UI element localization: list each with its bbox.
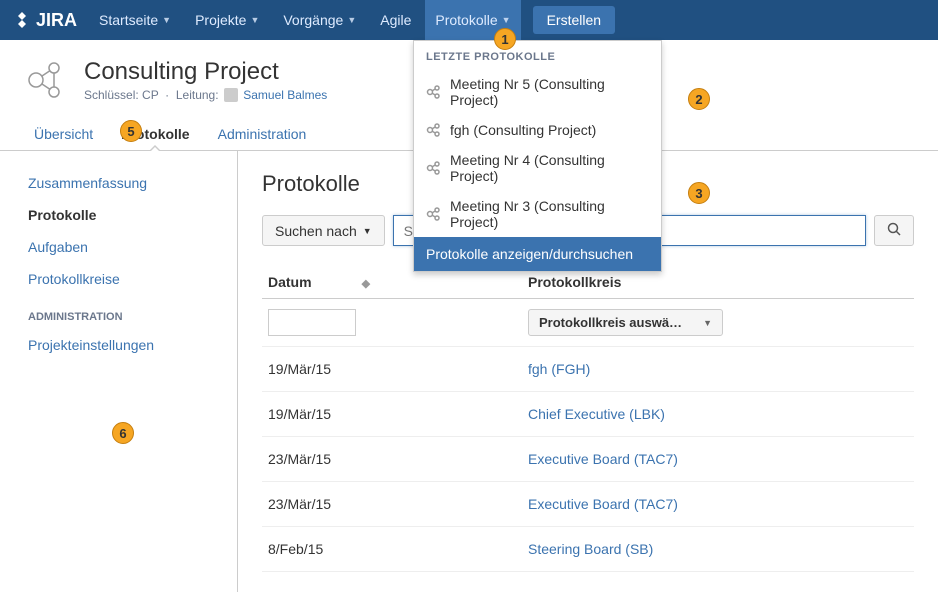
table-row: 23/Mär/15 Executive Board (TAC7) [262, 482, 914, 527]
jira-logo-icon [12, 10, 32, 30]
create-button[interactable]: Erstellen [533, 6, 615, 34]
cell-kreis-link[interactable]: Executive Board (TAC7) [528, 496, 678, 512]
chevron-down-icon: ▼ [703, 318, 712, 328]
callout-1: 1 [494, 28, 516, 50]
cell-date: 23/Mär/15 [262, 482, 522, 527]
project-icon [20, 56, 68, 104]
chevron-down-icon: ▼ [502, 15, 511, 25]
dropdown-show-all[interactable]: Protokolle anzeigen/durchsuchen [414, 237, 661, 271]
protocol-icon [426, 84, 442, 100]
sidebar-item-aufgaben[interactable]: Aufgaben [0, 231, 237, 263]
protocol-icon [426, 122, 442, 138]
cell-kreis-link[interactable]: Executive Board (TAC7) [528, 451, 678, 467]
top-nav: JIRA Startseite▼ Projekte▼ Vorgänge▼ Agi… [0, 0, 938, 40]
tab-administration[interactable]: Administration [204, 118, 321, 150]
cell-date: 8/Feb/15 [262, 527, 522, 572]
nav-startseite[interactable]: Startseite▼ [89, 0, 181, 40]
callout-3: 3 [688, 182, 710, 204]
dropdown-item[interactable]: Meeting Nr 4 (Consulting Project) [414, 145, 661, 191]
cell-kreis-link[interactable]: Chief Executive (LBK) [528, 406, 665, 422]
sidebar-item-protokollkreise[interactable]: Protokollkreise [0, 263, 237, 295]
protokolle-dropdown: LETZTE PROTOKOLLE Meeting Nr 5 (Consulti… [413, 40, 662, 272]
dropdown-header: LETZTE PROTOKOLLE [414, 41, 661, 69]
dropdown-item-label: fgh (Consulting Project) [450, 122, 596, 138]
filter-datum-input[interactable] [268, 309, 356, 336]
protokolle-table: Datum◆ Protokollkreis Protokollkreis aus… [262, 266, 914, 572]
chevron-down-icon: ▼ [162, 15, 171, 25]
logo-text: JIRA [36, 10, 77, 31]
sidebar-item-zusammenfassung[interactable]: Zusammenfassung [0, 167, 237, 199]
nav-vorgaenge[interactable]: Vorgänge▼ [273, 0, 366, 40]
chevron-down-icon: ▼ [347, 15, 356, 25]
cell-date: 19/Mär/15 [262, 347, 522, 392]
cell-kreis-link[interactable]: fgh (FGH) [528, 361, 590, 377]
project-meta: Schlüssel: CP · Leitung: Samuel Balmes [84, 88, 327, 102]
search-icon [887, 222, 901, 236]
cell-kreis-link[interactable]: Steering Board (SB) [528, 541, 653, 557]
search-by-dropdown[interactable]: Suchen nach▼ [262, 215, 385, 246]
dropdown-item-label: Meeting Nr 5 (Consulting Project) [450, 76, 649, 108]
tab-uebersicht[interactable]: Übersicht [20, 118, 107, 150]
sidebar-admin-header: ADMINISTRATION [0, 295, 237, 329]
jira-logo[interactable]: JIRA [12, 10, 77, 31]
cell-date: 23/Mär/15 [262, 437, 522, 482]
dropdown-item[interactable]: fgh (Consulting Project) [414, 115, 661, 145]
dropdown-item-label: Meeting Nr 4 (Consulting Project) [450, 152, 649, 184]
sidebar-item-projekteinstellungen[interactable]: Projekteinstellungen [0, 329, 237, 361]
table-row: 23/Mär/15 Executive Board (TAC7) [262, 437, 914, 482]
cell-date: 19/Mär/15 [262, 392, 522, 437]
callout-5: 5 [120, 120, 142, 142]
dropdown-item[interactable]: Meeting Nr 5 (Consulting Project) [414, 69, 661, 115]
dropdown-item[interactable]: Meeting Nr 3 (Consulting Project) [414, 191, 661, 237]
callout-6: 6 [112, 422, 134, 444]
table-row: 8/Feb/15 Steering Board (SB) [262, 527, 914, 572]
protocol-icon [426, 206, 442, 222]
nav-agile[interactable]: Agile [370, 0, 421, 40]
dropdown-item-label: Meeting Nr 3 (Consulting Project) [450, 198, 649, 230]
sidebar-item-protokolle[interactable]: Protokolle [0, 199, 237, 231]
user-icon [224, 88, 238, 102]
project-title: Consulting Project [84, 58, 327, 86]
callout-2: 2 [688, 88, 710, 110]
table-row: 19/Mär/15 Chief Executive (LBK) [262, 392, 914, 437]
nav-projekte[interactable]: Projekte▼ [185, 0, 269, 40]
project-lead-link[interactable]: Samuel Balmes [243, 88, 327, 102]
filter-protokollkreis-select[interactable]: Protokollkreis auswä…▼ [528, 309, 723, 336]
chevron-down-icon: ▼ [250, 15, 259, 25]
protocol-icon [426, 160, 442, 176]
sidebar: Zusammenfassung Protokolle Aufgaben Prot… [0, 151, 238, 592]
sort-icon: ◆ [362, 278, 370, 290]
chevron-down-icon: ▼ [363, 226, 372, 236]
table-row: 19/Mär/15 fgh (FGH) [262, 347, 914, 392]
search-button[interactable] [874, 215, 914, 246]
